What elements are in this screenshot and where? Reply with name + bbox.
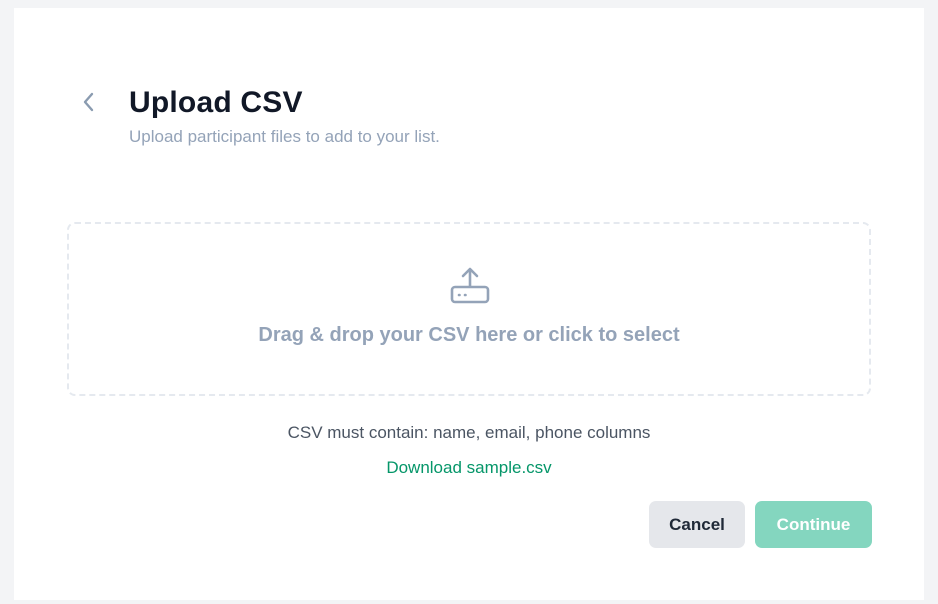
chevron-left-icon (83, 92, 94, 112)
continue-button[interactable]: Continue (755, 501, 872, 548)
csv-dropzone[interactable]: Drag & drop your CSV here or click to se… (67, 222, 871, 396)
csv-requirements: CSV must contain: name, email, phone col… (287, 423, 651, 442)
download-sample-link[interactable]: Download sample.csv (386, 458, 551, 477)
upload-icon (450, 267, 490, 304)
cancel-button[interactable]: Cancel (649, 501, 745, 548)
upload-csv-card: Upload CSV Upload participant files to a… (14, 8, 924, 600)
page-title: Upload CSV (129, 86, 303, 119)
dropzone-text: Drag & drop your CSV here or click to se… (258, 324, 680, 346)
sample-link-row: Download sample.csv (14, 457, 924, 479)
page-subtitle: Upload participant files to add to your … (129, 127, 440, 146)
back-button[interactable] (76, 90, 100, 114)
